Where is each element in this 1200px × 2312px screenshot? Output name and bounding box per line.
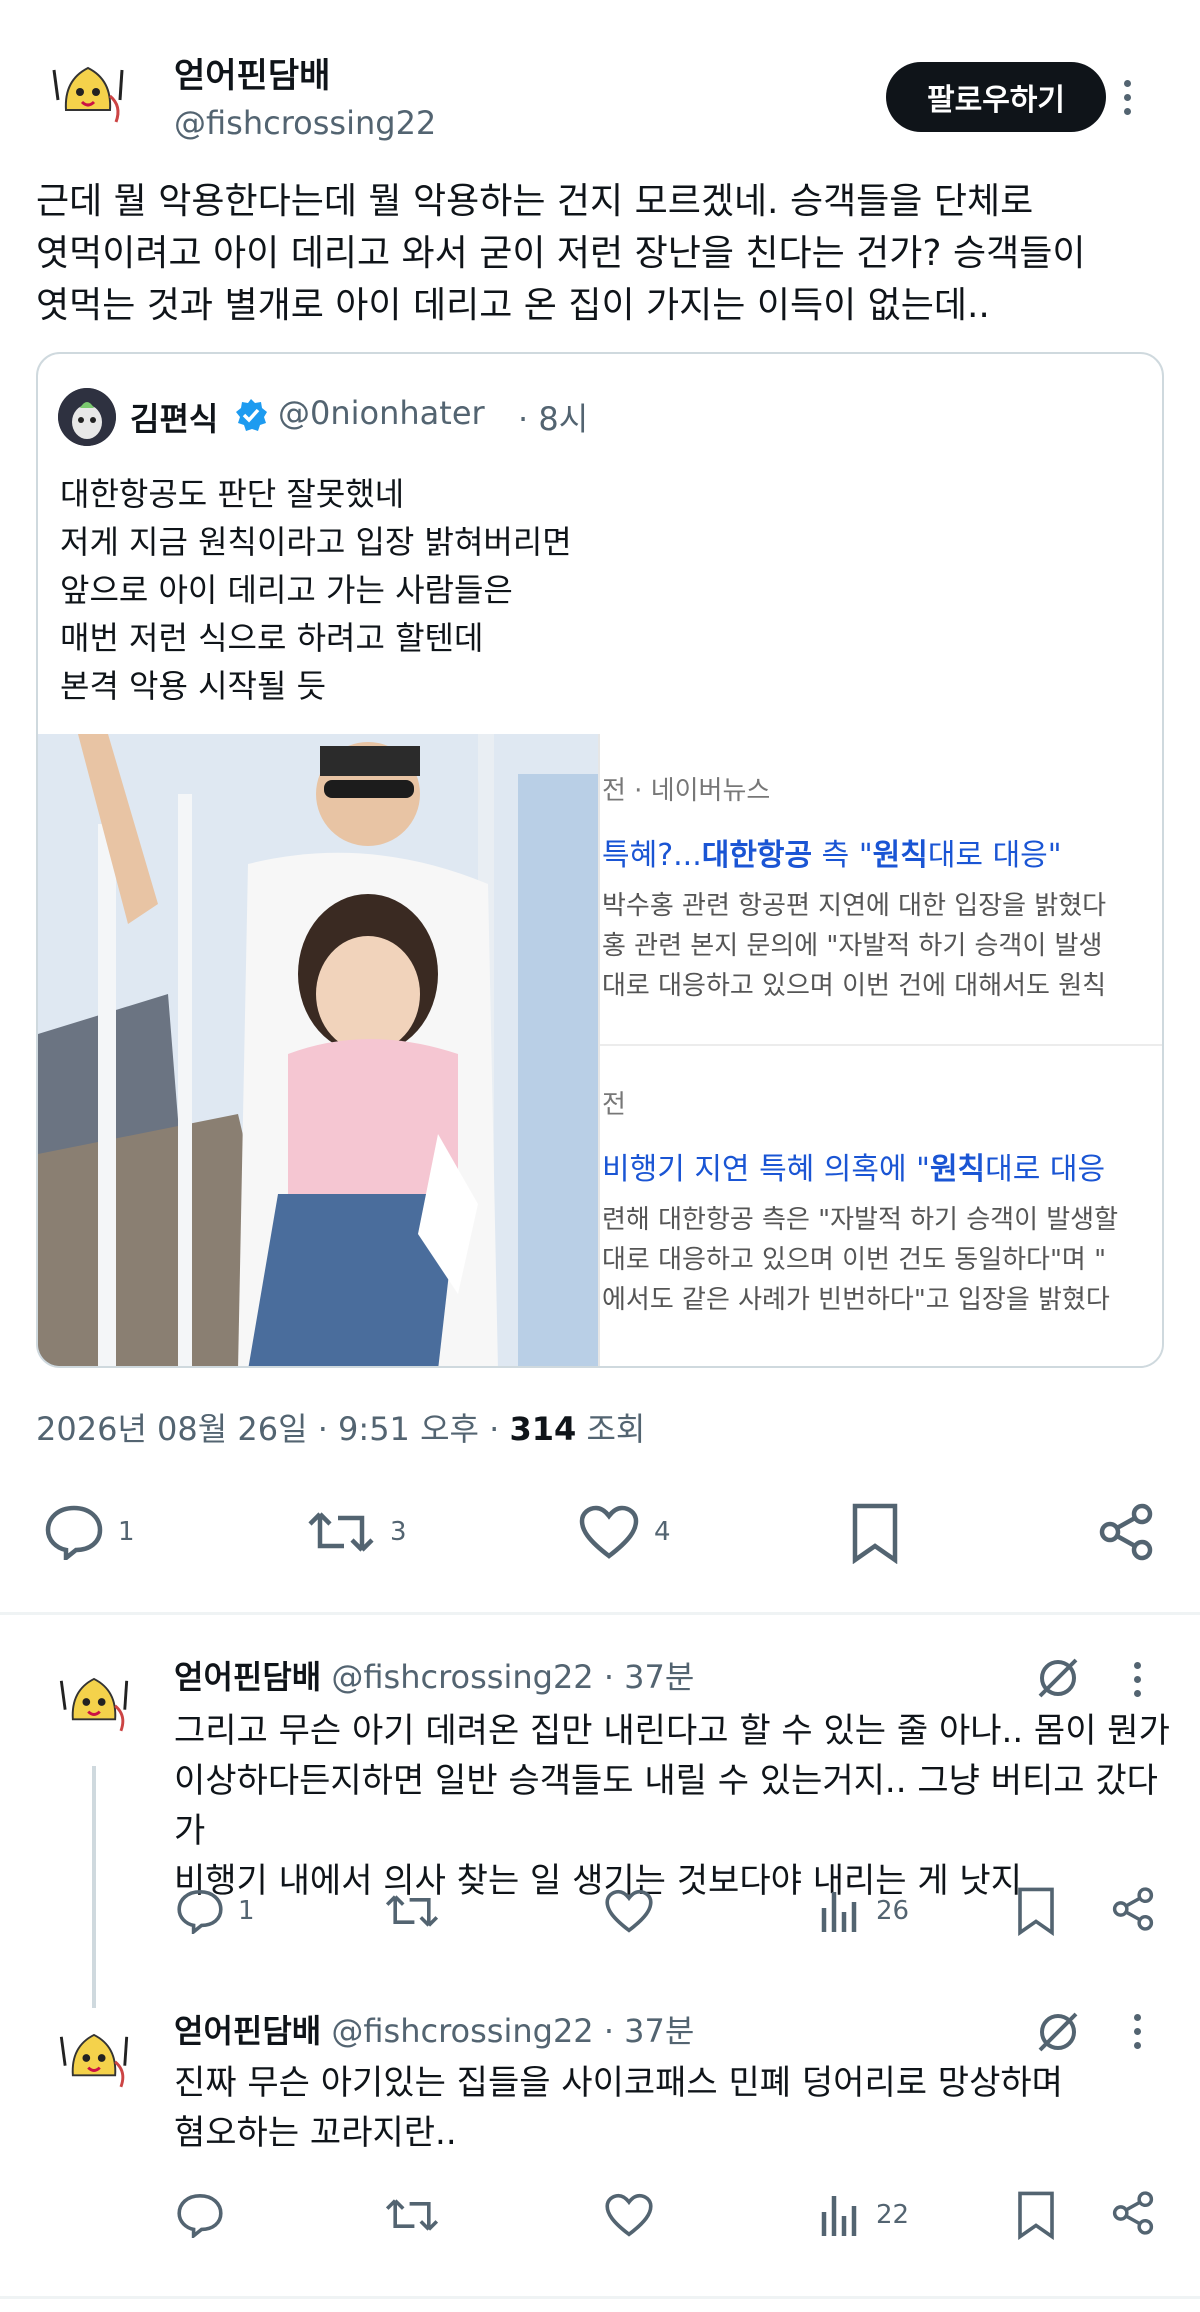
reply-handle[interactable]: @fishcrossing22 bbox=[331, 2012, 593, 2050]
quoted-tweet-text: 대한항공도 판단 잘못했네 저게 지금 원칙이라고 입장 밝혀버리면 앞으로 아… bbox=[60, 475, 572, 705]
reply-icon bbox=[177, 1889, 223, 1934]
tweet-meta: 2026년 08월 26일 · 9:51 오후 · 314 조회 bbox=[36, 1404, 645, 1450]
news-card[interactable]: 전 비행기 지연 특혜 의혹에 "원칙대로 대응 련해 대한항공 측은 "자발적… bbox=[600, 1048, 1162, 1366]
news-snippet: 박수홍 관련 항공편 지연에 대한 입장을 밝혔다 홍 관련 본지 문의에 "자… bbox=[602, 891, 1107, 1001]
reply-bookmark-button[interactable] bbox=[1016, 1886, 1056, 1940]
bookmark-icon bbox=[1018, 2191, 1054, 2241]
like-count: 4 bbox=[654, 1517, 671, 1547]
meta-separator: · bbox=[489, 1410, 510, 1448]
thread-line bbox=[92, 1766, 96, 2008]
news-title-bold: 원칙 bbox=[872, 838, 928, 873]
share-icon bbox=[1112, 1887, 1154, 1931]
views-count: 314 bbox=[509, 1410, 577, 1448]
reply-views-count: 26 bbox=[876, 1896, 910, 1926]
views-icon bbox=[821, 1892, 857, 1932]
heart-icon bbox=[605, 2193, 653, 2237]
reply-like-button[interactable] bbox=[604, 2192, 654, 2242]
share-icon bbox=[1112, 2191, 1154, 2235]
quoted-tweet[interactable]: 김편식 @0nionhater · 8시 대한항공도 판단 잘못했네 저게 지금… bbox=[36, 352, 1164, 1368]
news-title[interactable]: 비행기 지연 특혜 의혹에 "원칙대로 대응 bbox=[602, 1144, 1105, 1188]
quoted-tweet-time[interactable]: · 8시 bbox=[518, 394, 588, 440]
reply-display-name[interactable]: 얻어핀담배 bbox=[174, 2012, 321, 2050]
quoted-media-photo[interactable] bbox=[38, 734, 598, 1366]
reply-handle[interactable]: @fishcrossing22 bbox=[331, 1658, 593, 1696]
news-title-part: 비행기 지연 특혜 의혹에 " bbox=[602, 1152, 930, 1187]
reply-time[interactable]: · 37분 bbox=[604, 2012, 695, 2050]
reply-views[interactable]: 22 bbox=[818, 2192, 909, 2238]
like-button[interactable]: 4 bbox=[578, 1504, 671, 1560]
bookmark-icon bbox=[852, 1503, 898, 1565]
divider bbox=[0, 1612, 1200, 1615]
quoted-media-news[interactable]: 전 · 네이버뉴스 특혜?...대한항공 측 "원칙대로 대응" 박수홍 관련 … bbox=[598, 734, 1162, 1366]
reply-text: 그리고 무슨 아기 데려온 집만 내린다고 할 수 있는 줄 아나.. 몸이 뭔… bbox=[174, 1711, 1170, 1901]
reply-display-name[interactable]: 얻어핀담배 bbox=[174, 1658, 321, 1696]
heart-icon bbox=[605, 1889, 653, 1933]
news-card[interactable]: 전 · 네이버뉴스 특혜?...대한항공 측 "원칙대로 대응" 박수홍 관련 … bbox=[600, 734, 1162, 1046]
reply-time[interactable]: · 37분 bbox=[604, 1658, 695, 1696]
reply-retweet-button[interactable] bbox=[384, 1888, 440, 1938]
grok-icon[interactable] bbox=[1034, 1654, 1082, 1706]
news-title-part: 측 " bbox=[812, 838, 873, 873]
reply-author-avatar[interactable] bbox=[44, 2008, 144, 2108]
retweet-button[interactable]: 3 bbox=[306, 1504, 407, 1560]
share-icon bbox=[1099, 1503, 1153, 1561]
news-title-part: 대로 대응" bbox=[927, 838, 1062, 873]
quoted-author-display-name[interactable]: 김편식 bbox=[130, 394, 218, 440]
reply-button[interactable]: 1 bbox=[44, 1504, 135, 1560]
grok-icon[interactable] bbox=[1034, 2008, 1082, 2060]
news-title-part: 대로 대응 bbox=[985, 1152, 1106, 1187]
views-icon bbox=[821, 2196, 857, 2236]
reply-author-avatar[interactable] bbox=[44, 1652, 144, 1752]
reply-icon bbox=[177, 2193, 223, 2238]
quoted-author-handle[interactable]: @0nionhater bbox=[278, 394, 485, 432]
reply-text: 진짜 무슨 아기있는 집들을 사이코패스 민폐 덩어리로 망상하며 혐오하는 꼬… bbox=[174, 2063, 1063, 2153]
reply-share-button[interactable] bbox=[1110, 1886, 1156, 1936]
author-display-name[interactable]: 얻어핀담배 bbox=[174, 48, 330, 97]
reply-more-options-icon[interactable] bbox=[1134, 1662, 1141, 1697]
reply-count: 1 bbox=[118, 1517, 135, 1547]
reply-share-button[interactable] bbox=[1110, 2190, 1156, 2240]
news-source: 전 bbox=[602, 1090, 626, 1120]
share-button[interactable] bbox=[1096, 1502, 1156, 1566]
more-options-icon[interactable] bbox=[1124, 80, 1131, 115]
reply-reply-button[interactable]: 1 bbox=[176, 1888, 255, 1934]
reply-header: 얻어핀담배 @fishcrossing22 · 37분 bbox=[174, 2006, 694, 2052]
tweet-text: 근데 뭘 악용한다는데 뭘 악용하는 건지 모르겠네. 승객들을 단체로 엿먹이… bbox=[36, 181, 1086, 326]
news-title-bold: 원칙 bbox=[929, 1152, 986, 1187]
news-source: 전 · 네이버뉴스 bbox=[602, 776, 771, 806]
reply-like-button[interactable] bbox=[604, 1888, 654, 1938]
news-snippet: 련해 대한항공 측은 "자발적 하기 승객이 발생할 대로 대응하고 있으며 이… bbox=[602, 1205, 1119, 1315]
author-avatar[interactable] bbox=[36, 40, 140, 144]
retweet-icon bbox=[308, 1512, 374, 1552]
author-handle[interactable]: @fishcrossing22 bbox=[174, 104, 436, 142]
bookmark-button[interactable] bbox=[850, 1502, 900, 1568]
reply-retweet-button[interactable] bbox=[384, 2192, 440, 2242]
retweet-icon bbox=[385, 2199, 439, 2231]
verified-badge-icon bbox=[234, 398, 268, 432]
reply-reply-count: 1 bbox=[238, 1896, 255, 1926]
retweet-icon bbox=[385, 1895, 439, 1927]
tweet-timestamp[interactable]: 2026년 08월 26일 · 9:51 오후 bbox=[36, 1410, 479, 1448]
news-title-bold: 대한항공 bbox=[701, 838, 813, 873]
reply-views[interactable]: 26 bbox=[818, 1888, 909, 1934]
reply-icon bbox=[45, 1505, 103, 1560]
divider bbox=[0, 2296, 1200, 2299]
reply-reply-button[interactable] bbox=[176, 2192, 238, 2238]
reply-views-count: 22 bbox=[876, 2200, 910, 2230]
reply-header: 얻어핀담배 @fishcrossing22 · 37분 bbox=[174, 1652, 694, 1698]
quoted-author-avatar bbox=[58, 388, 116, 446]
views-label: 조회 bbox=[586, 1410, 646, 1448]
news-title[interactable]: 특혜?...대한항공 측 "원칙대로 대응" bbox=[602, 830, 1062, 874]
reply-more-options-icon[interactable] bbox=[1134, 2014, 1141, 2049]
retweet-count: 3 bbox=[390, 1517, 407, 1547]
follow-button[interactable]: 팔로우하기 bbox=[886, 62, 1106, 132]
bookmark-icon bbox=[1018, 1887, 1054, 1937]
reply-bookmark-button[interactable] bbox=[1016, 2190, 1056, 2244]
news-title-part: 특혜?... bbox=[602, 838, 702, 873]
heart-icon bbox=[579, 1505, 639, 1559]
